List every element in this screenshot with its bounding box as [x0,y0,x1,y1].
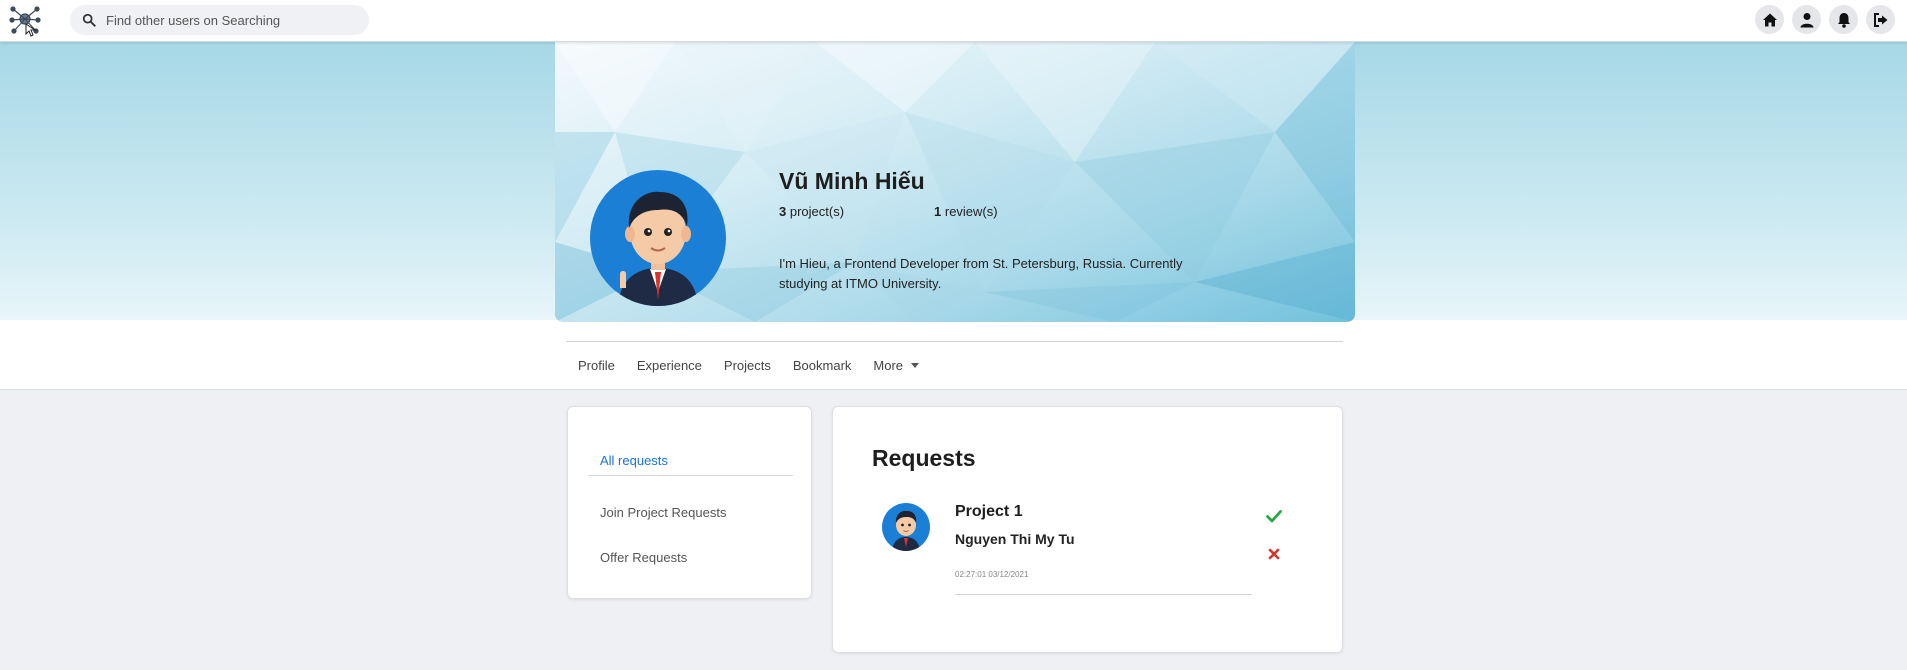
projects-label: project(s) [789,204,845,219]
accept-request-button[interactable] [1265,507,1283,525]
close-icon [1268,548,1280,560]
profile-bio: I'm Hieu, a Frontend Developer from St. … [779,256,1183,291]
app-logo-icon[interactable] [8,4,42,38]
logout-button[interactable] [1866,5,1895,34]
profile-avatar [590,170,726,306]
home-button[interactable] [1755,5,1784,34]
top-navbar [0,0,1907,42]
requester-avatar[interactable] [882,503,930,551]
tab-projects[interactable]: Projects [724,358,771,373]
user-profile-button[interactable] [1792,5,1821,34]
request-divider [955,594,1252,595]
filter-offer-requests[interactable]: Offer Requests [600,550,687,565]
reviews-count: 1 [934,204,942,219]
request-timestamp: 02:27:01 03/12/2021 [955,570,1029,579]
requests-filter-card: All requests Join Project Requests Offer… [567,406,812,599]
requests-card: Requests Project 1 Nguyen Thi My Tu 02:2… [832,406,1343,653]
filter-all-requests[interactable]: All requests [600,453,668,468]
check-icon [1266,510,1282,523]
tab-profile[interactable]: Profile [578,358,615,373]
bell-icon [1837,12,1850,28]
tab-experience[interactable]: Experience [637,358,702,373]
projects-count-stat[interactable]: 3 project(s) [779,204,844,219]
profile-tabs-area [0,320,1907,390]
caret-down-icon [911,363,920,368]
tabs-divider [566,341,1343,342]
notifications-button[interactable] [1829,5,1858,34]
profile-name: Vũ Minh Hiếu [779,168,925,194]
reject-request-button[interactable] [1265,545,1283,563]
tab-label: Experience [636,358,702,373]
requests-title: Requests [872,445,976,471]
search-bar[interactable] [70,5,369,35]
tab-label: Profile [578,358,615,373]
nav-icon-group [1755,5,1895,34]
filter-divider [588,475,793,476]
logout-icon [1873,12,1887,27]
search-icon [82,13,96,27]
projects-count: 3 [779,204,787,219]
request-user-name[interactable]: Nguyen Thi My Tu [955,531,1075,547]
profile-tabs: Profile Experience Projects Bookmark Mor… [578,358,920,373]
reviews-label: review(s) [944,204,998,219]
tab-label: More [873,358,904,373]
tab-bookmark[interactable]: Bookmark [793,358,852,373]
search-input[interactable] [106,12,356,28]
reviews-count-stat[interactable]: 1 review(s) [934,204,998,219]
filter-join-project-requests[interactable]: Join Project Requests [600,505,726,520]
user-icon [1800,12,1813,27]
request-project-name[interactable]: Project 1 [955,503,1023,521]
home-icon [1762,13,1777,26]
tab-label: Bookmark [792,358,852,373]
tab-more-dropdown[interactable]: More [873,358,920,373]
tab-label: Projects [723,358,771,373]
